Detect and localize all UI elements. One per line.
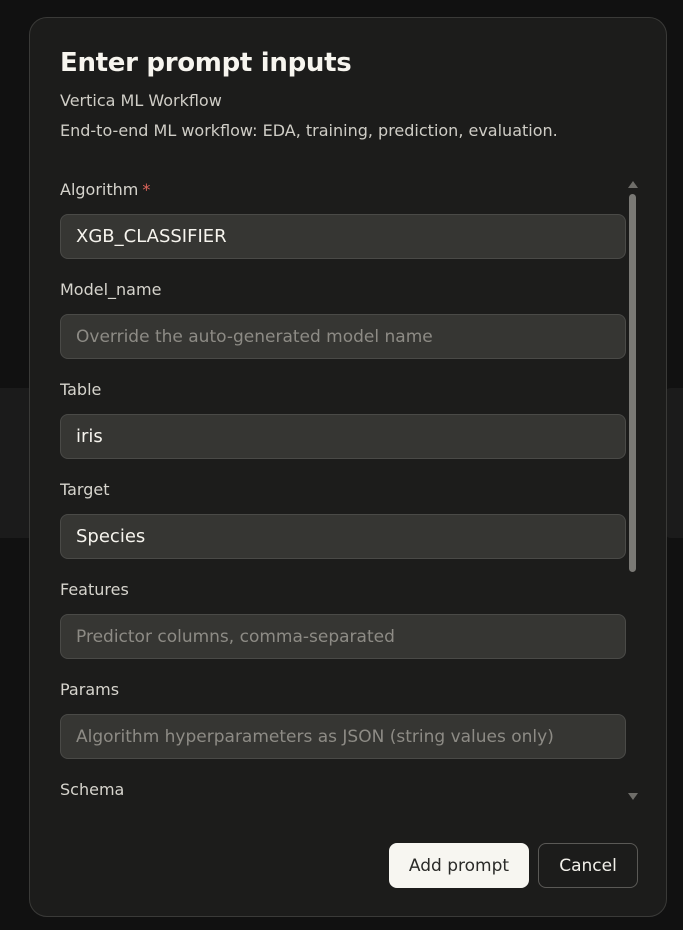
- triangle-down-icon[interactable]: [628, 793, 638, 800]
- field-label-text: Algorithm: [60, 180, 139, 199]
- field-model-name: Model_name: [60, 278, 626, 359]
- params-input[interactable]: [60, 714, 626, 759]
- cancel-button[interactable]: Cancel: [538, 843, 638, 888]
- scrollbar-thumb[interactable]: [629, 194, 636, 572]
- field-label-target: Target: [60, 480, 110, 499]
- add-prompt-button[interactable]: Add prompt: [389, 843, 529, 888]
- field-params: Params: [60, 678, 626, 759]
- field-schema: Schema: [60, 778, 626, 802]
- field-label-schema: Schema: [60, 780, 125, 799]
- required-indicator: *: [142, 180, 151, 199]
- dialog-description: End-to-end ML workflow: EDA, training, p…: [60, 121, 558, 140]
- dialog-title: Enter prompt inputs: [60, 48, 352, 78]
- field-features: Features: [60, 578, 626, 659]
- field-table: Table: [60, 378, 626, 459]
- prompt-inputs-dialog: Enter prompt inputs Vertica ML Workflow …: [29, 17, 667, 917]
- form-scroll-area[interactable]: Algorithm* Model_name Table Target Featu…: [60, 178, 628, 803]
- triangle-up-icon[interactable]: [628, 181, 638, 188]
- table-input[interactable]: [60, 414, 626, 459]
- dialog-subtitle: Vertica ML Workflow: [60, 91, 222, 110]
- field-algorithm: Algorithm *: [60, 178, 626, 259]
- target-input[interactable]: [60, 514, 626, 559]
- field-label-features: Features: [60, 580, 129, 599]
- field-label-params: Params: [60, 680, 120, 699]
- field-label-table: Table: [60, 380, 102, 399]
- features-input[interactable]: [60, 614, 626, 659]
- field-label-model-name: Model_name: [60, 280, 162, 299]
- form-scrollbar[interactable]: [626, 178, 640, 803]
- field-label-algorithm: Algorithm *: [60, 178, 626, 202]
- algorithm-input[interactable]: [60, 214, 626, 259]
- model-name-input[interactable]: [60, 314, 626, 359]
- field-target: Target: [60, 478, 626, 559]
